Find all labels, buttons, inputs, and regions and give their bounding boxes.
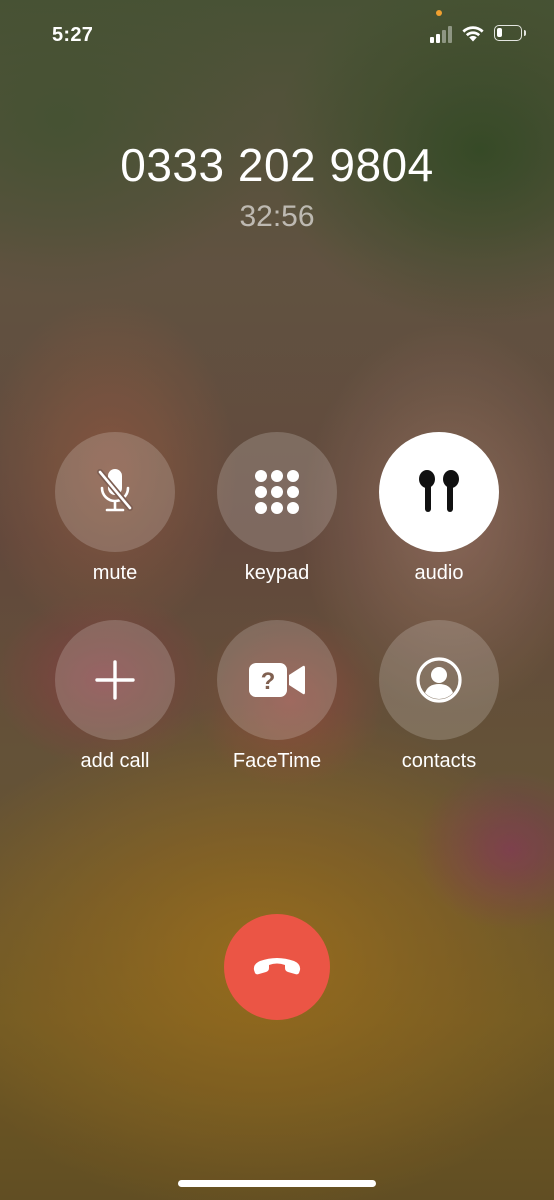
cellular-signal-icon (430, 26, 452, 43)
battery-level-fill (497, 28, 502, 37)
battery-icon (494, 25, 526, 41)
status-bar: 5:27 (0, 0, 554, 70)
home-indicator[interactable] (178, 1180, 376, 1187)
caller-number: 0333 202 9804 (120, 139, 434, 191)
keypad-grid-icon (255, 470, 299, 514)
audio-button-circle[interactable] (379, 432, 499, 552)
mute-button-circle[interactable] (55, 432, 175, 552)
keypad-button[interactable]: keypad (217, 432, 337, 584)
end-call-button[interactable] (224, 914, 330, 1020)
svg-text:?: ? (261, 668, 276, 695)
add-call-button-circle[interactable] (55, 620, 175, 740)
audio-label: audio (414, 562, 464, 584)
call-duration: 32:56 (239, 200, 315, 233)
contacts-button[interactable]: contacts (379, 620, 499, 772)
keypad-label: keypad (244, 562, 310, 584)
airpods-icon (419, 470, 459, 512)
video-camera-question-icon: ? (249, 663, 305, 697)
wifi-icon (462, 26, 484, 42)
facetime-label: FaceTime (232, 750, 322, 772)
audio-button[interactable]: audio (379, 432, 499, 584)
plus-icon (95, 660, 135, 700)
mute-label: mute (92, 562, 138, 584)
phone-hangup-icon (253, 958, 301, 975)
phone-call-screen: 5:27 0333 202 9804 32:56 mute keypad aud… (0, 0, 554, 1200)
facetime-button-circle[interactable]: ? (217, 620, 337, 740)
add-call-button[interactable]: add call (55, 620, 175, 772)
keypad-button-circle[interactable] (217, 432, 337, 552)
privacy-indicator-dot (436, 10, 442, 16)
mute-button[interactable]: mute (55, 432, 175, 584)
microphone-slash-icon (97, 469, 133, 512)
facetime-button[interactable]: ? FaceTime (217, 620, 337, 772)
contacts-button-circle[interactable] (379, 620, 499, 740)
add-call-label: add call (80, 750, 150, 772)
status-time: 5:27 (52, 24, 94, 46)
person-circle-icon (416, 657, 462, 703)
contacts-label: contacts (401, 750, 477, 772)
